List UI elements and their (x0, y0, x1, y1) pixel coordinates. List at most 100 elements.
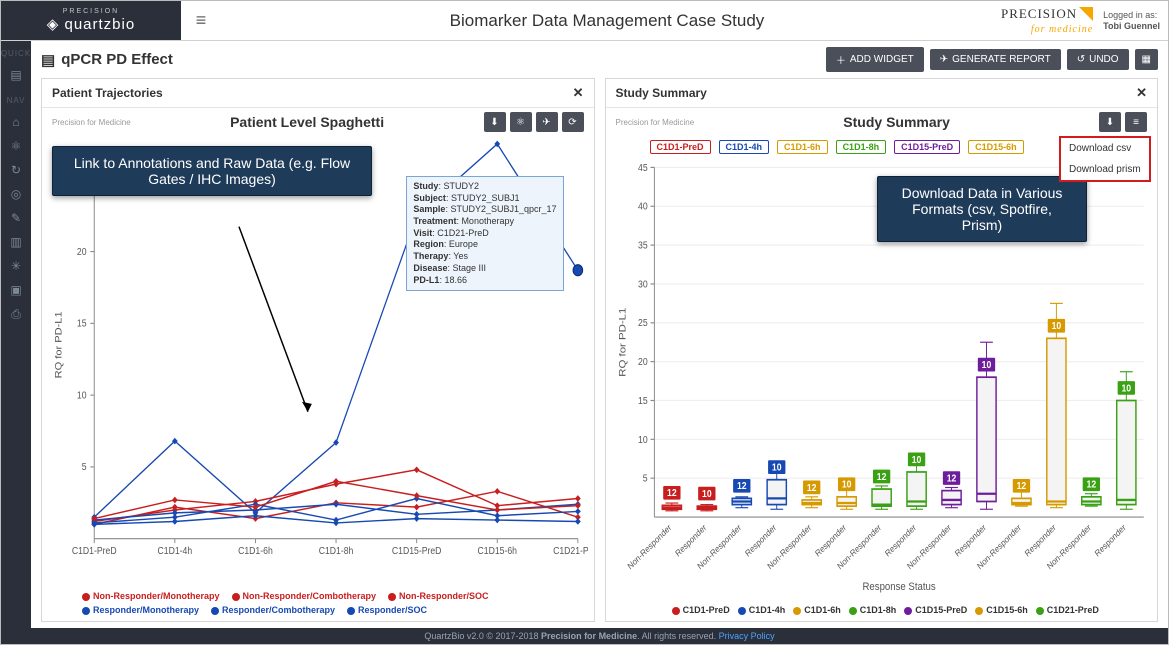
generate-report-button[interactable]: ✈GENERATE REPORT (930, 49, 1061, 70)
download-menu: Download csvDownload prism (1059, 136, 1151, 182)
page-title: Biomarker Data Management Case Study (221, 11, 993, 31)
visit-pill[interactable]: C1D1-4h (719, 140, 770, 154)
refresh-button[interactable]: ⟳ (562, 112, 584, 132)
svg-text:5: 5 (82, 462, 87, 473)
svg-text:C1D21-PreD: C1D21-PreD (553, 546, 587, 557)
undo-icon: ↺ (1077, 54, 1085, 65)
download-menu-item[interactable]: Download prism (1061, 159, 1149, 180)
svg-text:10: 10 (1121, 383, 1131, 395)
svg-text:10: 10 (841, 479, 851, 491)
legend-item: Responder/SOC (347, 605, 427, 615)
legend-item: Non-Responder/Combotherapy (232, 591, 377, 601)
send-icon: ✈ (940, 54, 948, 65)
svg-text:45: 45 (638, 162, 648, 174)
nav-refresh-icon[interactable]: ↻ (11, 163, 21, 177)
legend-item: C1D1-4h (730, 605, 786, 615)
panel-close-icon[interactable]: ✕ (1136, 85, 1147, 101)
legend-item: Responder/Monotherapy (82, 605, 199, 615)
nav-link-icon[interactable]: ✳ (11, 259, 21, 273)
brand-logo: PRECISION ◈ quartzbio (1, 1, 181, 40)
nav-chart-icon[interactable]: ▥ (10, 235, 21, 249)
boxplot-chart[interactable]: C1D1-PreD C1D1-4h C1D1-6h C1D1-8h C1D15-PreD… (606, 136, 1158, 603)
svg-text:20: 20 (638, 356, 648, 368)
nav-group-nav: NAV (7, 96, 26, 105)
download-button[interactable]: ⬇ (1099, 112, 1121, 132)
hamburger-icon[interactable]: ≡ (181, 10, 221, 31)
svg-text:10: 10 (77, 390, 87, 401)
footer: QuartzBio v2.0 © 2017-2018 Precision for… (31, 628, 1168, 644)
svg-text:15: 15 (77, 318, 87, 329)
svg-text:30: 30 (638, 279, 648, 291)
nav-group-quick: QUICK (1, 49, 31, 58)
legend-item: C1D15-6h (967, 605, 1028, 615)
svg-text:Responder: Responder (883, 522, 918, 559)
svg-text:12: 12 (876, 471, 886, 483)
plus-icon: ＋ (836, 52, 846, 67)
grid-view-button[interactable]: ▦ (1135, 49, 1158, 70)
brand-precision: PRECISION (47, 8, 135, 15)
legend-item: C1D1-8h (841, 605, 897, 615)
svg-text:10: 10 (771, 462, 781, 474)
undo-button[interactable]: ↺UNDO (1067, 49, 1129, 70)
visit-pill[interactable]: C1D1-6h (777, 140, 828, 154)
nav-clipboard-icon[interactable]: ▣ (10, 283, 21, 297)
nav-home-icon[interactable]: ⌂ (12, 115, 19, 129)
topbar: PRECISION ◈ quartzbio ≡ Biomarker Data M… (1, 1, 1168, 41)
svg-text:C1D1-6h: C1D1-6h (238, 546, 273, 557)
visit-pill[interactable]: C1D1-8h (836, 140, 887, 154)
grid-icon: ▦ (1142, 54, 1151, 65)
spaghetti-chart[interactable]: 510152025C1D1-PreDC1D1-4hC1D1-6hC1D1-8hC… (42, 136, 594, 589)
panel-subbrand: Precision for Medicine (616, 118, 695, 127)
visit-legend-pills: C1D1-PreD C1D1-4h C1D1-6h C1D1-8h C1D15-PreD… (650, 140, 1024, 154)
svg-text:35: 35 (638, 240, 648, 252)
nav-edit-icon[interactable]: ✎ (11, 211, 21, 225)
legend-item: Responder/Combotherapy (211, 605, 335, 615)
legend-item: C1D1-PreD (664, 605, 730, 615)
svg-text:Responder: Responder (1092, 522, 1127, 559)
svg-text:12: 12 (806, 482, 816, 494)
brand-name: ◈ quartzbio (47, 16, 135, 33)
svg-text:Responder: Responder (1022, 522, 1057, 559)
visit-pill[interactable]: C1D1-PreD (650, 140, 711, 154)
svg-text:12: 12 (946, 473, 956, 485)
panel-title: Study Summary (616, 86, 707, 100)
add-widget-button[interactable]: ＋ADD WIDGET (826, 47, 924, 72)
datapoint-tooltip: Study: STUDY2Subject: STUDY2_SUBJ1Sample… (406, 176, 563, 291)
legend-item: C1D21-PreD (1028, 605, 1099, 615)
svg-text:Response Status: Response Status (862, 580, 935, 593)
privacy-link[interactable]: Privacy Policy (719, 631, 775, 641)
nav-list-icon[interactable]: ▤ (10, 68, 21, 82)
svg-text:C1D15-PreD: C1D15-PreD (392, 546, 442, 557)
legend-item: Non-Responder/Monotherapy (82, 591, 220, 601)
download-menu-item[interactable]: Download csv (1061, 138, 1149, 159)
legend-item: C1D1-6h (785, 605, 841, 615)
annotation-callout: Link to Annotations and Raw Data (e.g. F… (52, 146, 372, 196)
download-button[interactable]: ⬇ (484, 112, 506, 132)
svg-text:10: 10 (911, 454, 921, 466)
svg-text:10: 10 (638, 434, 648, 446)
download-callout: Download Data in Various Formats (csv, S… (877, 176, 1087, 242)
panel-study-summary: Study Summary ✕ Precision for Medicine S… (605, 78, 1159, 622)
precision-medicine-logo: PRECISION for medicine (1001, 7, 1093, 35)
panel-close-icon[interactable]: ✕ (573, 85, 584, 101)
share-button[interactable]: ⚛ (510, 112, 532, 132)
nav-target-icon[interactable]: ◎ (11, 187, 21, 201)
svg-text:15: 15 (638, 395, 648, 407)
visit-pill[interactable]: C1D15-6h (968, 140, 1024, 154)
panel-subbrand: Precision for Medicine (52, 118, 131, 127)
nav-share-icon[interactable]: ⚛ (11, 139, 22, 153)
svg-text:C1D1-8h: C1D1-8h (319, 546, 354, 557)
nav-print-icon[interactable]: ⎙ (11, 307, 21, 322)
clipboard-icon: ▤ (41, 51, 55, 69)
svg-text:C1D15-6h: C1D15-6h (478, 546, 517, 557)
dashboard-title: ▤ qPCR PD Effect (41, 51, 173, 69)
visit-pill[interactable]: C1D15-PreD (894, 140, 960, 154)
svg-text:12: 12 (1016, 481, 1026, 493)
logged-in-info: Logged in as: Tobi Guennel (1103, 10, 1160, 32)
menu-button[interactable]: ≡ (1125, 112, 1147, 132)
svg-text:40: 40 (638, 201, 648, 213)
send-button[interactable]: ✈ (536, 112, 558, 132)
left-nav: QUICK ▤ NAV ⌂ ⚛ ↻ ◎ ✎ ▥ ✳ ▣ ⎙ (1, 41, 31, 644)
svg-text:Responder: Responder (673, 522, 708, 559)
svg-text:12: 12 (1086, 479, 1096, 491)
